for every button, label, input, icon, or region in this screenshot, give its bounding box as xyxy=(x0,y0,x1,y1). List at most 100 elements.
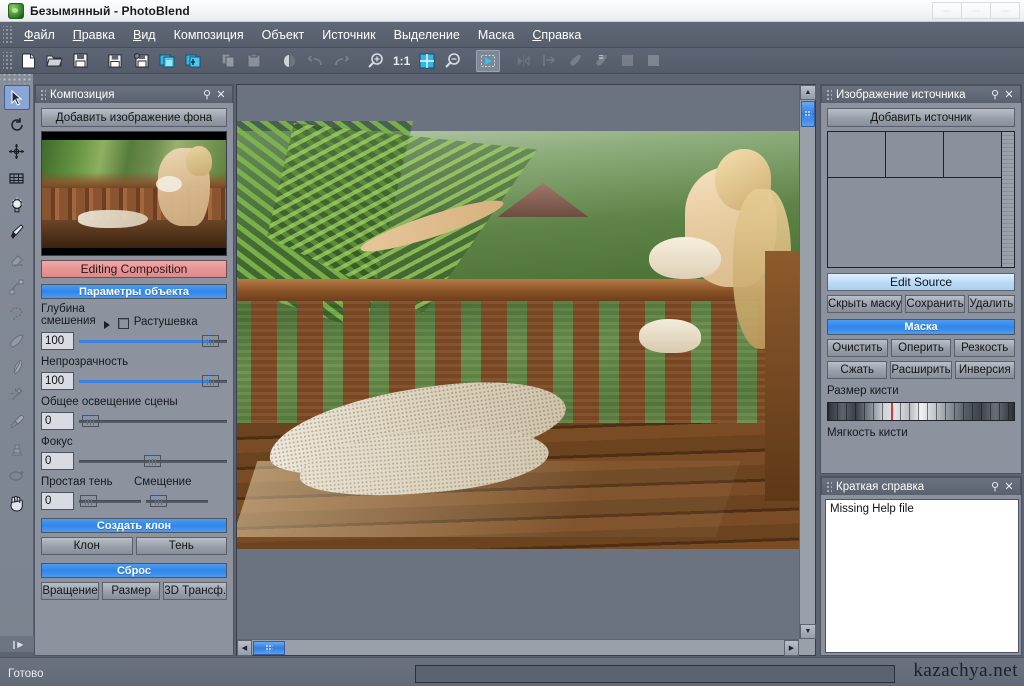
transform3d-button[interactable]: 3D Трансф. xyxy=(163,582,227,600)
mask-tool-4-icon[interactable] xyxy=(641,50,665,72)
canvas-viewport[interactable] xyxy=(237,85,799,639)
panel-gripper-icon[interactable] xyxy=(825,480,832,494)
fit-to-window-icon[interactable] xyxy=(415,50,439,72)
size-button[interactable]: Размер xyxy=(102,582,160,600)
canvas-horizontal-scrollbar[interactable]: ◀ ▶ xyxy=(237,639,799,655)
sharpen-mask-button[interactable]: Резкость xyxy=(954,339,1015,357)
shrink-mask-button[interactable]: Сжать xyxy=(827,361,887,379)
invert-mask-button[interactable]: Инверсия xyxy=(955,361,1015,379)
balcony-portrait-photo[interactable] xyxy=(237,131,799,549)
menu-item-edit[interactable]: Правка xyxy=(64,25,124,45)
open-folder-icon[interactable] xyxy=(42,50,66,72)
close-button[interactable] xyxy=(990,2,1020,19)
brush-size-slider[interactable] xyxy=(827,402,1015,421)
redo-icon[interactable] xyxy=(329,50,353,72)
heal-tool[interactable] xyxy=(4,463,30,488)
toolbar-overflow-icon[interactable]: ≡ xyxy=(596,53,606,69)
select-arrow-tool[interactable] xyxy=(4,85,30,110)
source-cell[interactable] xyxy=(828,132,886,177)
hide-mask-button[interactable]: Скрыть маску xyxy=(827,295,902,313)
blend-depth-slider[interactable] xyxy=(79,332,227,350)
feather-tool[interactable] xyxy=(4,355,30,380)
save-as-icon[interactable] xyxy=(103,50,127,72)
toolbar-gripper-icon[interactable] xyxy=(3,52,12,70)
save-mask-button[interactable]: Сохранить xyxy=(905,295,964,313)
scroll-left-arrow-icon[interactable]: ◀ xyxy=(237,640,252,656)
simple-shadow-value[interactable]: 0 xyxy=(41,492,74,510)
edit-source-button[interactable]: Edit Source xyxy=(827,273,1015,291)
panel-gripper-icon[interactable] xyxy=(39,88,46,102)
expand-toolstrip-icon[interactable]: ❙▶ xyxy=(0,636,34,652)
minimize-button[interactable] xyxy=(932,2,962,19)
add-background-button[interactable]: Добавить изображение фона xyxy=(41,108,227,127)
magic-wand-tool[interactable] xyxy=(4,382,30,407)
rotate-tool[interactable] xyxy=(4,112,30,137)
focus-slider[interactable] xyxy=(79,452,227,470)
menu-item-selection[interactable]: Выделение xyxy=(385,25,469,45)
lasso-tool[interactable] xyxy=(4,301,30,326)
source-grid-scrollbar[interactable] xyxy=(1001,132,1014,267)
scroll-down-arrow-icon[interactable]: ▼ xyxy=(800,624,816,639)
eraser-tool[interactable] xyxy=(4,247,30,272)
source-thumbnail-grid[interactable] xyxy=(827,131,1015,268)
canvas-area[interactable]: ▲ ▼ ◀ ▶ xyxy=(236,84,816,656)
pin-icon[interactable]: ⚲ xyxy=(988,88,1002,101)
object-params-banner[interactable]: Параметры объекта xyxy=(41,284,227,299)
menu-item-object[interactable]: Объект xyxy=(253,25,314,45)
copy-icon[interactable] xyxy=(216,50,240,72)
menu-gripper-icon[interactable] xyxy=(3,26,12,44)
scroll-right-arrow-icon[interactable]: ▶ xyxy=(784,640,799,656)
eyedropper-tool[interactable] xyxy=(4,409,30,434)
rotation-button[interactable]: Вращение xyxy=(41,582,99,600)
clone-button[interactable]: Клон xyxy=(41,537,133,555)
move-transform-tool[interactable] xyxy=(4,139,30,164)
feather-mask-button[interactable]: Оперить xyxy=(891,339,952,357)
zoom-ratio-label[interactable]: 1:1 xyxy=(389,54,414,68)
close-icon[interactable]: ✕ xyxy=(214,88,228,101)
clone-stamp-tool[interactable] xyxy=(4,436,30,461)
horizontal-scroll-thumb[interactable] xyxy=(253,641,285,655)
align-icon[interactable] xyxy=(537,50,561,72)
scene-light-value[interactable]: 0 xyxy=(41,412,74,430)
menu-item-composition[interactable]: Композиция xyxy=(165,25,253,45)
vertical-scroll-thumb[interactable] xyxy=(801,101,815,127)
canvas-vertical-scrollbar[interactable]: ▲ ▼ xyxy=(799,85,815,639)
blend-icon[interactable] xyxy=(277,50,301,72)
pin-icon[interactable]: ⚲ xyxy=(988,480,1002,493)
smudge-tool[interactable] xyxy=(4,328,30,353)
create-clone-banner[interactable]: Создать клон xyxy=(41,518,227,533)
undo-icon[interactable] xyxy=(303,50,327,72)
add-source-button[interactable]: Добавить источник xyxy=(827,108,1015,127)
reset-banner[interactable]: Сброс xyxy=(41,563,227,578)
save-all-icon[interactable] xyxy=(129,50,153,72)
toolstrip-gripper-icon[interactable] xyxy=(0,74,33,84)
mask-banner[interactable]: Маска xyxy=(827,319,1015,335)
panel-gripper-icon[interactable] xyxy=(825,88,832,102)
menu-item-mask[interactable]: Маска xyxy=(469,25,523,45)
hand-pan-tool[interactable] xyxy=(4,490,30,515)
pin-icon[interactable]: ⚲ xyxy=(200,88,214,101)
export-image-icon[interactable] xyxy=(155,50,179,72)
menu-item-help[interactable]: Справка xyxy=(523,25,590,45)
delete-mask-button[interactable]: Удалить xyxy=(968,295,1015,313)
mask-tool-1-icon[interactable] xyxy=(563,50,587,72)
source-cell[interactable] xyxy=(944,132,1001,177)
brush-tool[interactable] xyxy=(4,220,30,245)
node-edit-tool[interactable] xyxy=(4,274,30,299)
feather-checkbox[interactable] xyxy=(118,318,129,329)
offset-slider[interactable] xyxy=(146,492,208,510)
scroll-up-arrow-icon[interactable]: ▲ xyxy=(800,85,816,100)
menu-item-file[interactable]: Файл xyxy=(15,25,64,45)
shadow-button[interactable]: Тень xyxy=(136,537,228,555)
opacity-slider[interactable] xyxy=(79,372,227,390)
opacity-value[interactable]: 100 xyxy=(41,372,74,390)
maximize-button[interactable] xyxy=(961,2,991,19)
import-image-icon[interactable] xyxy=(181,50,205,72)
paste-icon[interactable] xyxy=(242,50,266,72)
composition-thumbnail[interactable] xyxy=(41,131,227,256)
zoom-in-icon[interactable] xyxy=(364,50,388,72)
menu-item-source[interactable]: Источник xyxy=(313,25,384,45)
blend-depth-expand-arrow-icon[interactable] xyxy=(104,321,110,329)
menu-item-view[interactable]: Вид xyxy=(124,25,165,45)
focus-value[interactable]: 0 xyxy=(41,452,74,470)
